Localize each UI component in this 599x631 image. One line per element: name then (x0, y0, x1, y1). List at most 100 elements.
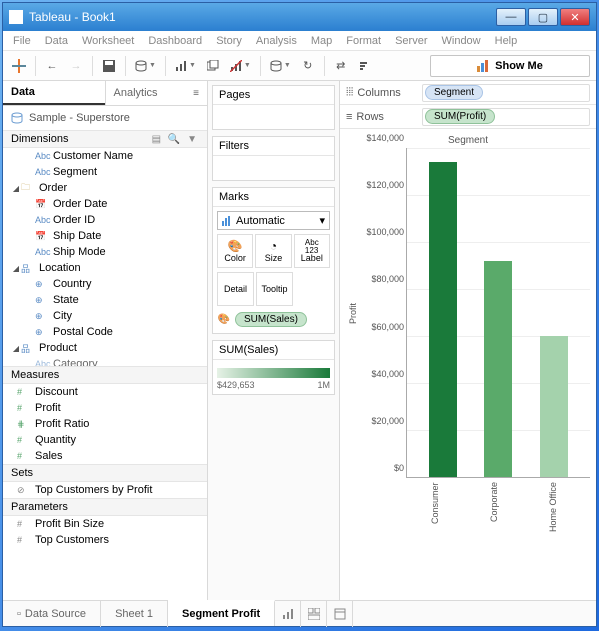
dimensions-menu-icon[interactable]: ▤ (152, 134, 163, 145)
bar-consumer[interactable] (429, 162, 457, 477)
filters-card[interactable]: Filters (212, 136, 335, 181)
save-button[interactable] (99, 55, 119, 77)
clear-sheet-button[interactable]: ▼ (227, 55, 254, 77)
tab-datasource[interactable]: ▫Data Source (3, 601, 101, 627)
marks-pill-sum-sales[interactable]: SUM(Sales) (235, 312, 307, 327)
tab-sheet1[interactable]: Sheet 1 (101, 601, 168, 627)
field-order-date[interactable]: 📅Order Date (3, 196, 207, 212)
menu-analysis[interactable]: Analysis (256, 35, 297, 47)
marks-color[interactable]: 🎨Color (217, 234, 253, 268)
filters-header: Filters (213, 137, 334, 156)
duplicate-sheet-button[interactable] (203, 55, 223, 77)
swap-button[interactable]: ⇄ (331, 55, 351, 77)
new-story-tab[interactable] (327, 601, 353, 627)
marks-label[interactable]: Abc123Label (294, 234, 330, 268)
menu-data[interactable]: Data (45, 35, 68, 47)
menu-window[interactable]: Window (442, 35, 481, 47)
menu-format[interactable]: Format (346, 35, 381, 47)
minimize-button[interactable]: — (496, 8, 526, 26)
tab-segment-profit[interactable]: Segment Profit (168, 600, 275, 626)
maximize-button[interactable]: ▢ (528, 8, 558, 26)
field-profit-ratio[interactable]: ⋕Profit Ratio (3, 416, 207, 432)
hierarchy-product[interactable]: ◢品Product (3, 340, 207, 356)
close-button[interactable]: ✕ (560, 8, 590, 26)
menu-file[interactable]: File (13, 35, 31, 47)
ytick: $60,000 (371, 322, 404, 332)
bar-home-office[interactable] (540, 336, 568, 477)
bar-corporate[interactable] (484, 261, 512, 477)
columns-label: Columns (357, 87, 400, 99)
marks-type-select[interactable]: Automatic▾ (217, 211, 330, 230)
size-icon: ◔ (270, 239, 277, 253)
field-ship-date[interactable]: 📅Ship Date (3, 228, 207, 244)
pages-card[interactable]: Pages (212, 85, 335, 130)
marks-tooltip[interactable]: Tooltip (256, 272, 293, 306)
columns-shelf[interactable]: ⦙⦙⦙Columns Segment (340, 81, 596, 105)
plot-area (406, 148, 590, 478)
field-country[interactable]: ⊕Country (3, 276, 207, 292)
data-pane: Data Analytics≡ Sample - Superstore Dime… (3, 81, 208, 600)
color-legend-card[interactable]: SUM(Sales) $429,6531M (212, 340, 335, 395)
datasource-row[interactable]: Sample - Superstore (3, 106, 207, 130)
field-city[interactable]: ⊕City (3, 308, 207, 324)
new-dashboard-tab[interactable] (301, 601, 327, 627)
folder-order[interactable]: ◢🗀Order (3, 180, 207, 196)
dimensions-header: Dimensions ▤ 🔍 ▼ (3, 130, 207, 148)
marks-size[interactable]: ◔Size (255, 234, 291, 268)
bars-icon (222, 216, 232, 226)
menu-help[interactable]: Help (495, 35, 518, 47)
tab-analytics[interactable]: Analytics≡ (105, 81, 208, 105)
ytick: $100,000 (366, 227, 404, 237)
tab-data[interactable]: Data (3, 81, 105, 105)
field-discount[interactable]: #Discount (3, 384, 207, 400)
columns-pill-segment[interactable]: Segment (425, 85, 483, 100)
datasource-tab-icon: ▫ (17, 608, 21, 620)
field-segment[interactable]: AbcSegment (3, 164, 207, 180)
param-profit-bin[interactable]: #Profit Bin Size (3, 516, 207, 532)
run-update-button[interactable]: ↻ (298, 55, 318, 77)
color-icon: 🎨 (228, 239, 243, 253)
analytics-menu-icon[interactable]: ≡ (193, 88, 199, 99)
app-window: Tableau - Book1 — ▢ ✕ File Data Workshee… (2, 2, 597, 627)
forward-button[interactable]: → (66, 55, 86, 77)
field-sales[interactable]: #Sales (3, 448, 207, 464)
param-top-customers[interactable]: #Top Customers (3, 532, 207, 548)
color-mark-icon: 🎨 (217, 313, 231, 327)
field-order-id[interactable]: AbcOrder ID (3, 212, 207, 228)
sort-asc-button[interactable] (355, 55, 375, 77)
new-datasource-button[interactable]: ▼ (132, 55, 159, 77)
field-postal-code[interactable]: ⊕Postal Code (3, 324, 207, 340)
hierarchy-location[interactable]: ◢品Location (3, 260, 207, 276)
field-customer-name[interactable]: AbcCustomer Name (3, 148, 207, 164)
sets-header: Sets (3, 464, 207, 482)
dropdown-icon[interactable]: ▼ (187, 134, 199, 145)
menu-map[interactable]: Map (311, 35, 332, 47)
marks-detail[interactable]: Detail (217, 272, 254, 306)
legend-min: $429,653 (217, 380, 255, 390)
field-quantity[interactable]: #Quantity (3, 432, 207, 448)
search-icon[interactable]: 🔍 (168, 134, 182, 145)
new-worksheet-button[interactable]: ▼ (172, 55, 199, 77)
new-worksheet-tab[interactable] (275, 601, 301, 627)
x-axis: ConsumerCorporateHome Office (346, 478, 590, 542)
field-category[interactable]: AbcCategory (3, 356, 207, 366)
rows-icon: ≡ (346, 111, 352, 123)
tableau-logo-icon[interactable] (9, 55, 29, 77)
menu-worksheet[interactable]: Worksheet (82, 35, 134, 47)
field-ship-mode[interactable]: AbcShip Mode (3, 244, 207, 260)
auto-update-button[interactable]: ▼ (267, 55, 294, 77)
menu-story[interactable]: Story (216, 35, 242, 47)
datasource-name: Sample - Superstore (29, 112, 130, 124)
field-state[interactable]: ⊕State (3, 292, 207, 308)
back-button[interactable]: ← (42, 55, 62, 77)
parameters-tree: #Profit Bin Size #Top Customers (3, 516, 207, 548)
field-profit[interactable]: #Profit (3, 400, 207, 416)
rows-pill-sum-profit[interactable]: SUM(Profit) (425, 109, 495, 124)
show-me-button[interactable]: Show Me (430, 55, 590, 77)
rows-shelf[interactable]: ≡ Rows SUM(Profit) (340, 105, 596, 129)
menu-dashboard[interactable]: Dashboard (148, 35, 202, 47)
set-top-customers[interactable]: ⊘Top Customers by Profit (3, 482, 207, 498)
rows-label: Rows (356, 111, 384, 123)
chart-area: Segment Profit $0$20,000$40,000$60,000$8… (340, 129, 596, 600)
menu-server[interactable]: Server (395, 35, 427, 47)
